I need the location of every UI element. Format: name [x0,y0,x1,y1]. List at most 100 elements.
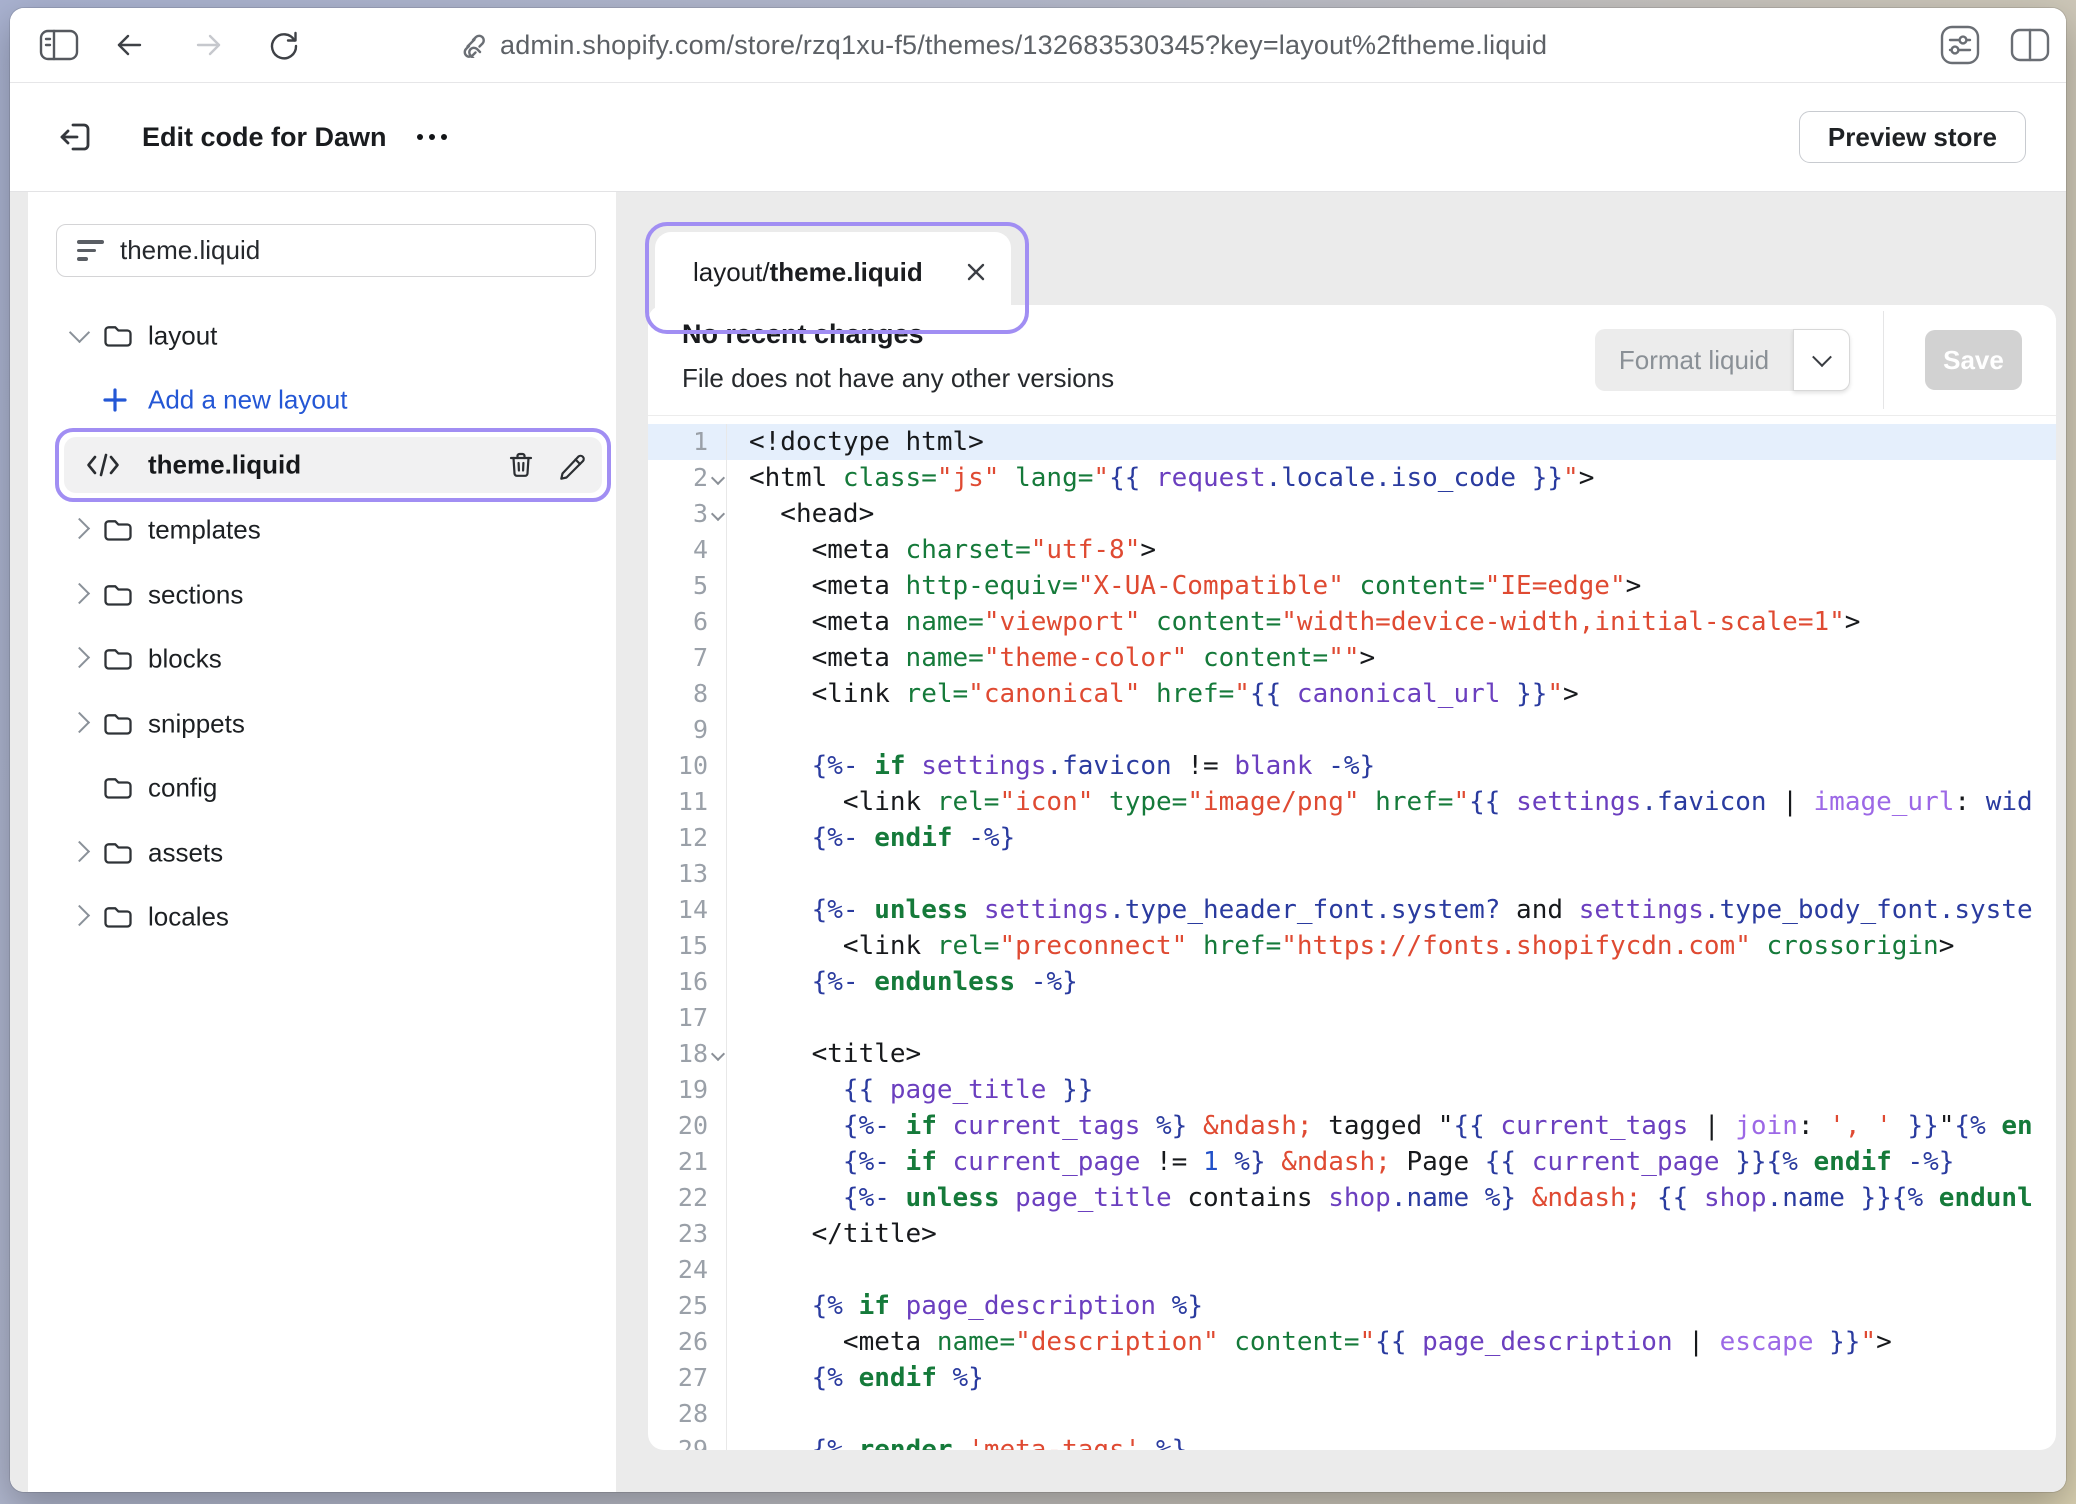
line-number: 4 [648,532,727,568]
folder-label: snippets [148,709,245,740]
code-text: </title> [727,1216,937,1252]
file-sidebar: layout Add a new layout theme.liquid tem… [28,192,616,1492]
sidebar-file-item[interactable]: theme.liquid [64,437,602,493]
line-number: 16 [648,964,727,1000]
preview-store-button[interactable]: Preview store [1799,111,2026,163]
browser-sidebar-toggle-icon[interactable] [38,8,80,82]
line-number: 12 [648,820,727,856]
code-line[interactable]: 29 {% render 'meta-tags' %} [648,1432,2056,1450]
sidebar-item-templates[interactable]: templates [28,502,616,558]
code-line[interactable]: 15 <link rel="preconnect" href="https://… [648,928,2056,964]
code-line[interactable]: 1<!doctype html> [648,424,2056,460]
code-text: <link rel="canonical" href="{{ canonical… [727,676,1579,712]
line-number: 20 [648,1108,727,1144]
code-line[interactable]: 22 {%- unless page_title contains shop.n… [648,1180,2056,1216]
code-text: <html class="js" lang="{{ request.locale… [727,460,1594,496]
code-text [727,1000,749,1036]
save-button[interactable]: Save [1925,330,2022,390]
main-area: layout Add a new layout theme.liquid tem… [10,192,2066,1492]
code-text: <meta charset="utf-8"> [727,532,1156,568]
code-line[interactable]: 2<html class="js" lang="{{ request.local… [648,460,2056,496]
tab-label: layout/theme.liquid [693,257,923,288]
browser-window: admin.shopify.com/store/rzq1xu-f5/themes… [10,8,2066,1492]
chevron-icon [69,583,90,604]
sidebar-item-sections[interactable]: sections [28,567,616,623]
code-line[interactable]: 11 <link rel="icon" type="image/png" hre… [648,784,2056,820]
code-line[interactable]: 8 <link rel="canonical" href="{{ canonic… [648,676,2056,712]
code-text: {% render 'meta-tags' %} [727,1432,1187,1450]
sidebar-item-locales[interactable]: locales [28,889,616,945]
line-number: 26 [648,1324,727,1360]
code-line[interactable]: 4 <meta charset="utf-8"> [648,532,2056,568]
open-file-tab[interactable]: layout/theme.liquid [655,232,1011,312]
chevron-down-icon [1812,347,1832,367]
address-bar[interactable]: admin.shopify.com/store/rzq1xu-f5/themes… [456,8,1547,82]
code-line[interactable]: 20 {%- if current_tags %} &ndash; tagged… [648,1108,2056,1144]
code-line[interactable]: 25 {% if page_description %} [648,1288,2056,1324]
code-text: {%- unless settings.type_header_font.sys… [727,892,2033,928]
chevron-icon [69,712,90,733]
sidebar-item-layout[interactable]: layout [28,308,616,364]
code-line[interactable]: 13 [648,856,2056,892]
tab-overview-icon[interactable] [2008,8,2052,82]
browser-back-icon[interactable] [112,8,146,82]
folder-label: layout [148,321,217,352]
code-line[interactable]: 24 [648,1252,2056,1288]
status-title: No recent changes [682,319,924,350]
format-liquid-button[interactable]: Format liquid [1595,329,1850,391]
folder-label: locales [148,902,229,933]
delete-file-icon[interactable] [506,450,536,480]
sidebar-item-blocks[interactable]: blocks [28,631,616,687]
sidebar-add-layout[interactable]: Add a new layout [28,372,616,428]
exit-editor-icon[interactable] [56,83,96,191]
code-line[interactable]: 18 <title> [648,1036,2056,1072]
sidebar-item-assets[interactable]: assets [28,825,616,881]
line-number: 8 [648,676,727,712]
line-number: 17 [648,1000,727,1036]
code-text: {% if page_description %} [727,1288,1203,1324]
fold-chevron-icon[interactable] [711,1047,725,1061]
code-text: {%- unless page_title contains shop.name… [727,1180,2033,1216]
close-tab-icon[interactable] [965,261,987,283]
browser-reload-icon[interactable] [266,8,302,82]
code-line[interactable]: 5 <meta http-equiv="X-UA-Compatible" con… [648,568,2056,604]
line-number: 6 [648,604,727,640]
folder-icon [102,516,133,545]
format-dropdown-button[interactable] [1793,329,1850,391]
code-text [727,712,749,748]
code-line[interactable]: 9 [648,712,2056,748]
code-line[interactable]: 10 {%- if settings.favicon != blank -%} [648,748,2056,784]
code-line[interactable]: 23 </title> [648,1216,2056,1252]
line-number: 10 [648,748,727,784]
fold-chevron-icon[interactable] [711,507,725,521]
code-line[interactable]: 16 {%- endunless -%} [648,964,2056,1000]
sidebar-item-snippets[interactable]: snippets [28,696,616,752]
folder-label: config [148,773,217,804]
code-line[interactable]: 3 <head> [648,496,2056,532]
code-line[interactable]: 27 {% endif %} [648,1360,2056,1396]
more-actions-icon[interactable] [414,83,454,191]
browser-forward-icon[interactable] [192,8,226,82]
chevron-icon [69,322,90,343]
rename-file-icon[interactable] [556,450,586,480]
line-number: 7 [648,640,727,676]
page-settings-icon[interactable] [1938,8,1982,82]
code-line[interactable]: 14 {%- unless settings.type_header_font.… [648,892,2056,928]
fold-chevron-icon[interactable] [711,471,725,485]
editor-toolbar: No recent changes File does not have any… [648,305,2056,416]
code-text: <meta name="description" content="{{ pag… [727,1324,1892,1360]
code-line[interactable]: 17 [648,1000,2056,1036]
code-line[interactable]: 26 <meta name="description" content="{{ … [648,1324,2056,1360]
sidebar-item-config[interactable]: config [28,760,616,816]
code-line[interactable]: 12 {%- endif -%} [648,820,2056,856]
code-line[interactable]: 28 [648,1396,2056,1432]
line-number: 13 [648,856,727,892]
code-text: <title> [727,1036,921,1072]
folder-icon [102,322,133,351]
code-line[interactable]: 6 <meta name="viewport" content="width=d… [648,604,2056,640]
code-line[interactable]: 7 <meta name="theme-color" content=""> [648,640,2056,676]
folder-icon [102,710,133,739]
code-line[interactable]: 21 {%- if current_page != 1 %} &ndash; P… [648,1144,2056,1180]
code-line[interactable]: 19 {{ page_title }} [648,1072,2056,1108]
code-editor[interactable]: 1<!doctype html>2<html class="js" lang="… [648,416,2056,1450]
